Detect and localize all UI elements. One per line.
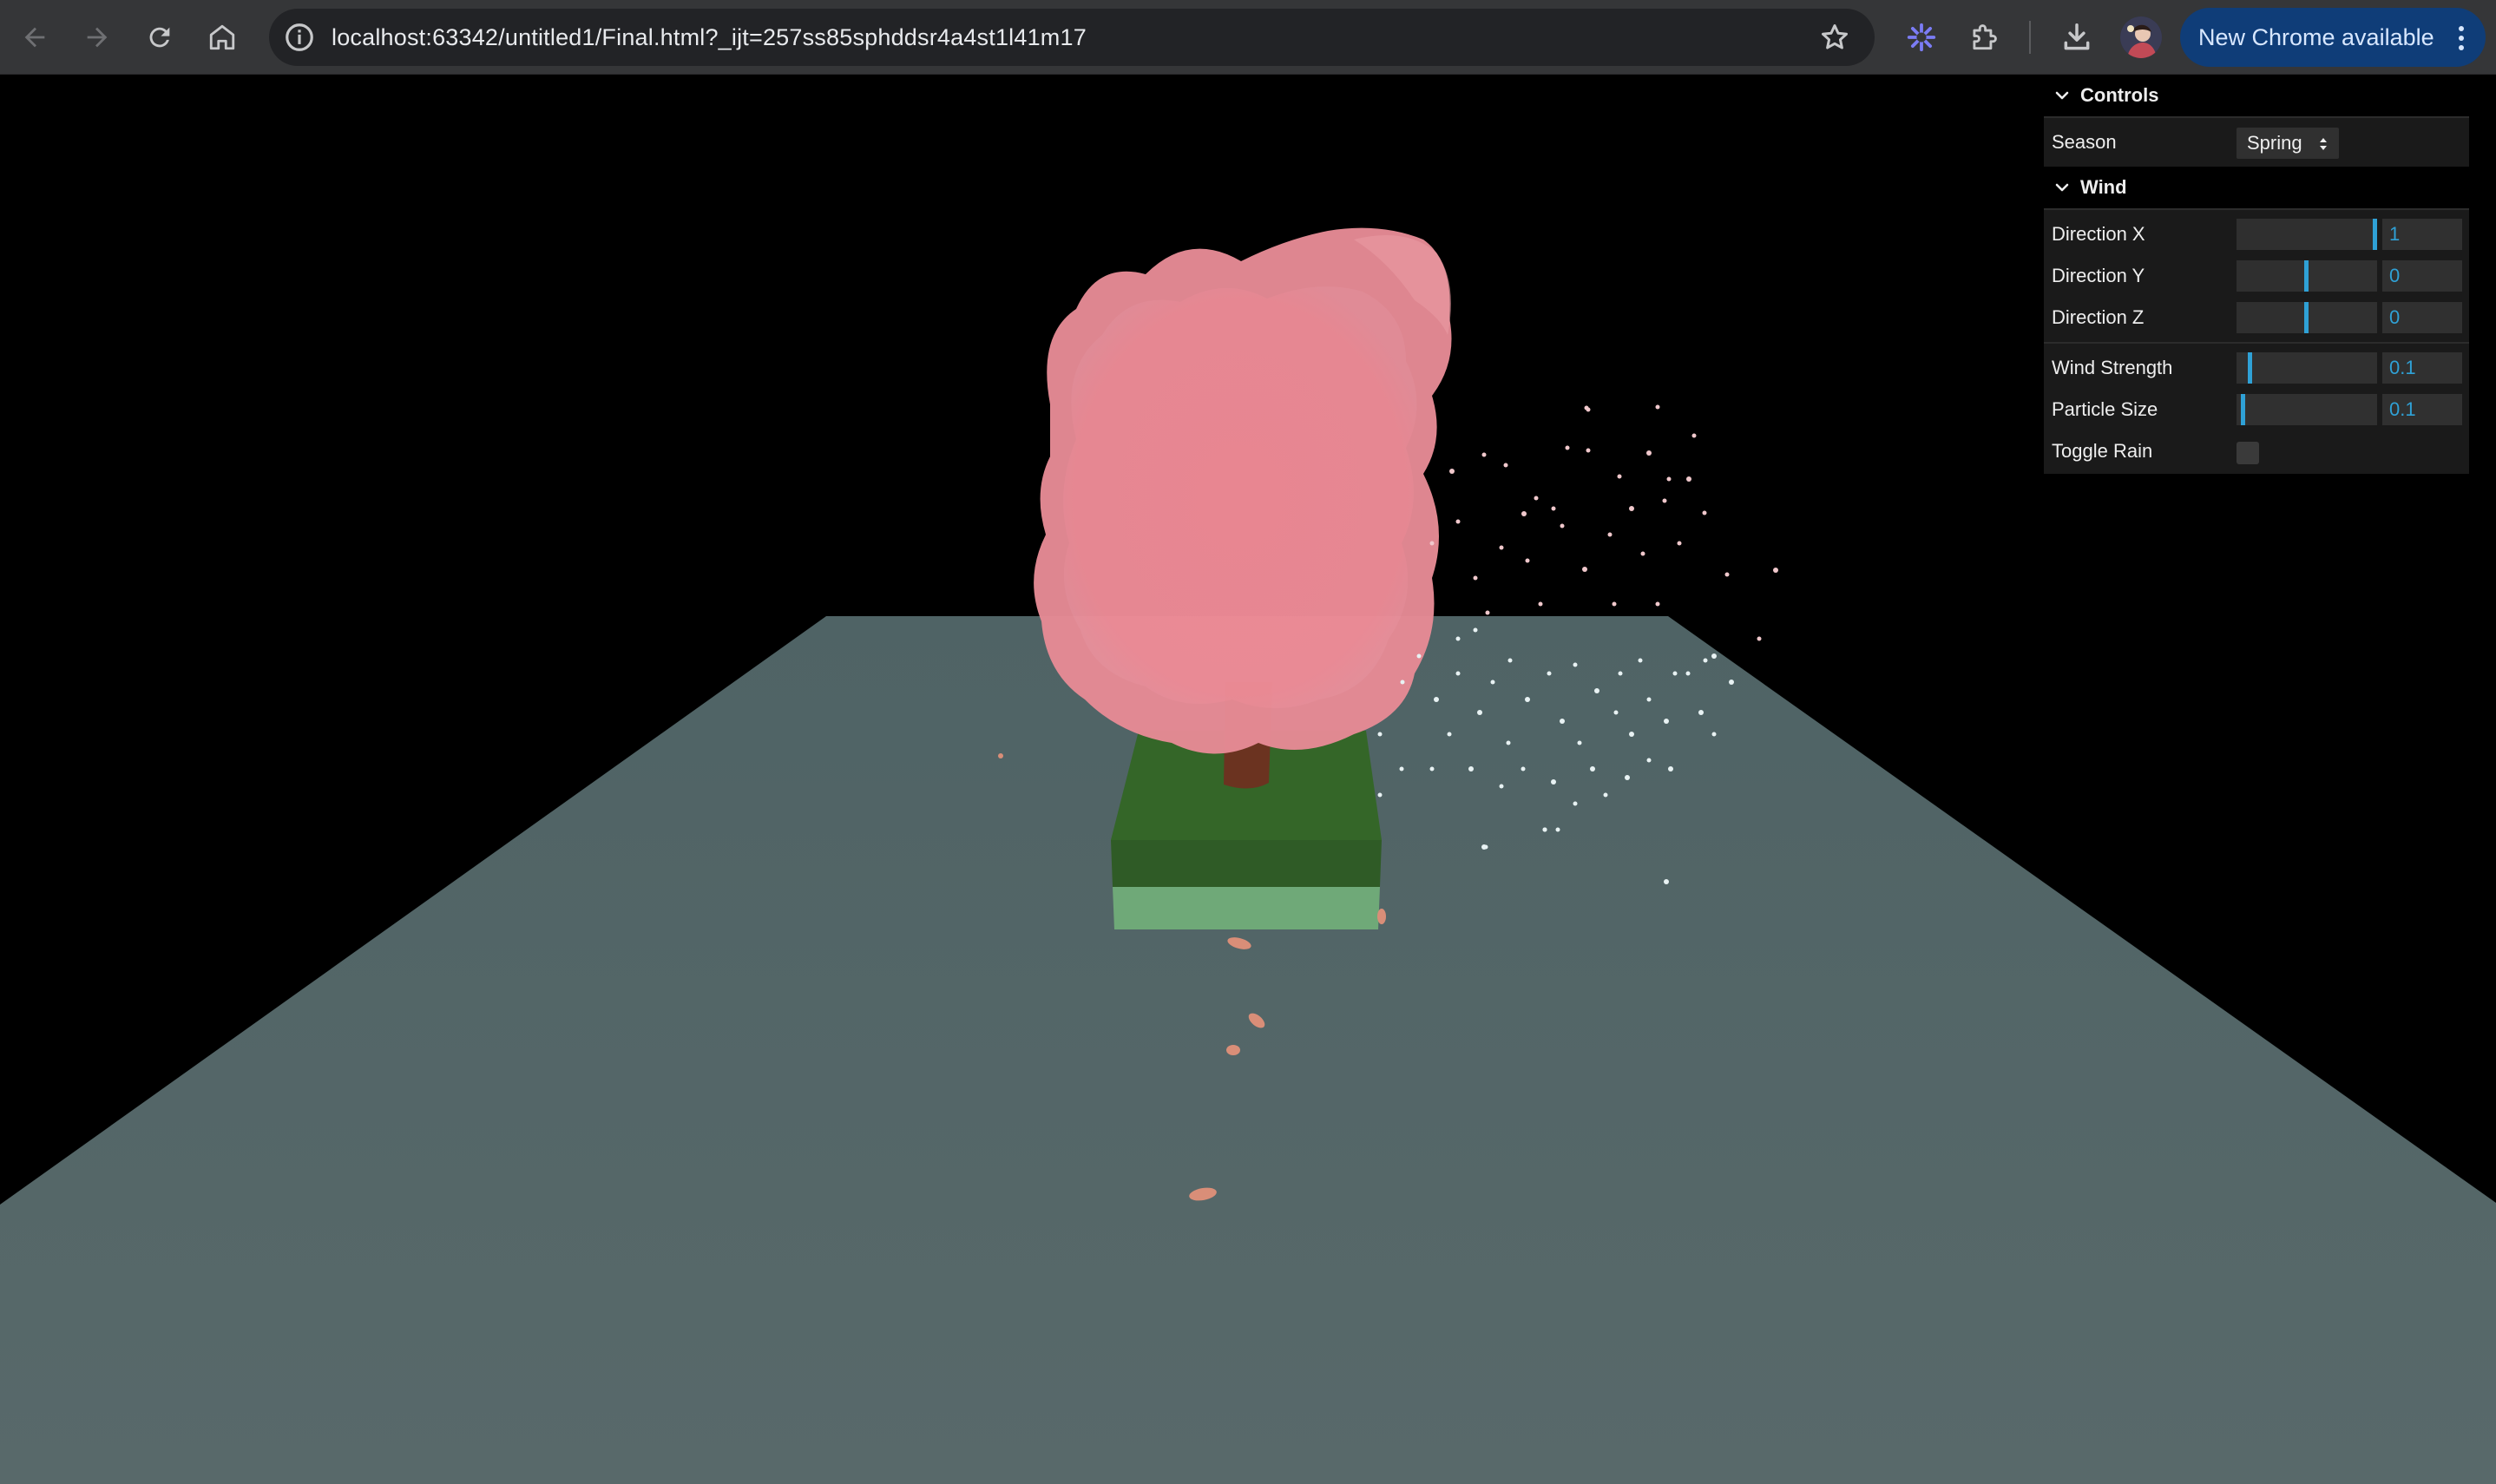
wind-strength-input[interactable]: 0.1 <box>2382 352 2462 384</box>
tree-foliage <box>1034 227 1452 754</box>
particle-size-slider[interactable] <box>2237 394 2377 425</box>
download-icon <box>2064 23 2090 50</box>
reload-icon <box>149 27 170 48</box>
slider-fill <box>2237 260 2304 292</box>
direction-x-slider[interactable] <box>2237 219 2377 250</box>
slider-knob[interactable] <box>2373 219 2377 250</box>
wind-folder-title[interactable]: Wind <box>2044 167 2469 210</box>
forward-icon <box>87 27 108 48</box>
chevron-down-icon <box>2055 183 2069 192</box>
wind-strength-slider[interactable] <box>2237 352 2377 384</box>
toggle-rain-checkbox[interactable] <box>2237 442 2259 464</box>
slider-fill <box>2237 302 2304 333</box>
direction-z-input[interactable]: 0 <box>2382 302 2462 333</box>
extensions-menu-button[interactable] <box>1962 16 2006 59</box>
extension-button[interactable] <box>1900 16 1943 59</box>
direction-y-input[interactable]: 0 <box>2382 260 2462 292</box>
controls-title: Controls <box>2080 84 2159 106</box>
direction-y-label: Direction Y <box>2052 265 2145 286</box>
select-arrows-icon <box>2320 138 2327 150</box>
bookmark-star-icon[interactable] <box>1819 22 1850 53</box>
controls-panel: Controls Season Spring Wind Direction X … <box>2044 75 2469 474</box>
chevron-down-icon <box>2055 91 2069 100</box>
back-icon <box>24 27 45 48</box>
profile-picture <box>2120 16 2162 58</box>
wind-strength-row: Wind Strength 0.1 <box>2044 347 2469 389</box>
controls-folder-title[interactable]: Controls <box>2044 75 2469 118</box>
more-vert-icon[interactable] <box>2458 25 2465 51</box>
direction-z-slider[interactable] <box>2237 302 2377 333</box>
slider-knob[interactable] <box>2248 352 2252 384</box>
home-button[interactable] <box>201 16 243 58</box>
forward-button[interactable] <box>76 16 118 58</box>
slider-knob[interactable] <box>2304 260 2309 292</box>
particle-size-label: Particle Size <box>2052 398 2158 420</box>
browser-toolbar: localhost:63342/untitled1/Final.html?_ij… <box>0 0 2496 75</box>
direction-x-label: Direction X <box>2052 223 2145 245</box>
address-bar[interactable]: localhost:63342/untitled1/Final.html?_ij… <box>269 9 1875 66</box>
direction-y-row: Direction Y 0 <box>2044 255 2469 297</box>
new-chrome-available-button[interactable]: New Chrome available <box>2180 8 2486 67</box>
wind-title: Wind <box>2080 176 2127 198</box>
season-value: Spring <box>2247 132 2302 154</box>
particle-size-row: Particle Size 0.1 <box>2044 389 2469 430</box>
home-icon <box>209 24 235 50</box>
season-select[interactable]: Spring <box>2237 128 2339 159</box>
direction-x-input[interactable]: 1 <box>2382 219 2462 250</box>
puzzle-icon <box>1973 24 1997 50</box>
direction-z-row: Direction Z 0 <box>2044 297 2469 338</box>
site-info-icon[interactable] <box>283 21 316 54</box>
direction-z-label: Direction Z <box>2052 306 2145 328</box>
season-row: Season Spring <box>2044 121 2469 163</box>
direction-y-slider[interactable] <box>2237 260 2377 292</box>
reload-button[interactable] <box>139 16 181 58</box>
wind-strength-label: Wind Strength <box>2052 357 2173 378</box>
toolbar-divider <box>2029 21 2031 54</box>
toggle-rain-label: Toggle Rain <box>2052 440 2153 462</box>
extension-icon <box>1907 23 1936 52</box>
slider-knob[interactable] <box>2241 394 2245 425</box>
season-label: Season <box>2052 131 2117 153</box>
toggle-rain-row: Toggle Rain <box>2044 430 2469 472</box>
slider-fill <box>2237 219 2373 250</box>
slider-knob[interactable] <box>2304 302 2309 333</box>
avatar[interactable] <box>2120 16 2162 58</box>
direction-x-row: Direction X 1 <box>2044 213 2469 255</box>
downloads-button[interactable] <box>2055 16 2099 59</box>
particle-size-input[interactable]: 0.1 <box>2382 394 2462 425</box>
panel-divider <box>2044 342 2469 344</box>
back-button[interactable] <box>14 16 56 58</box>
update-label: New Chrome available <box>2198 23 2434 50</box>
url-text[interactable]: localhost:63342/untitled1/Final.html?_ij… <box>332 9 1087 66</box>
slider-fill <box>2237 352 2248 384</box>
